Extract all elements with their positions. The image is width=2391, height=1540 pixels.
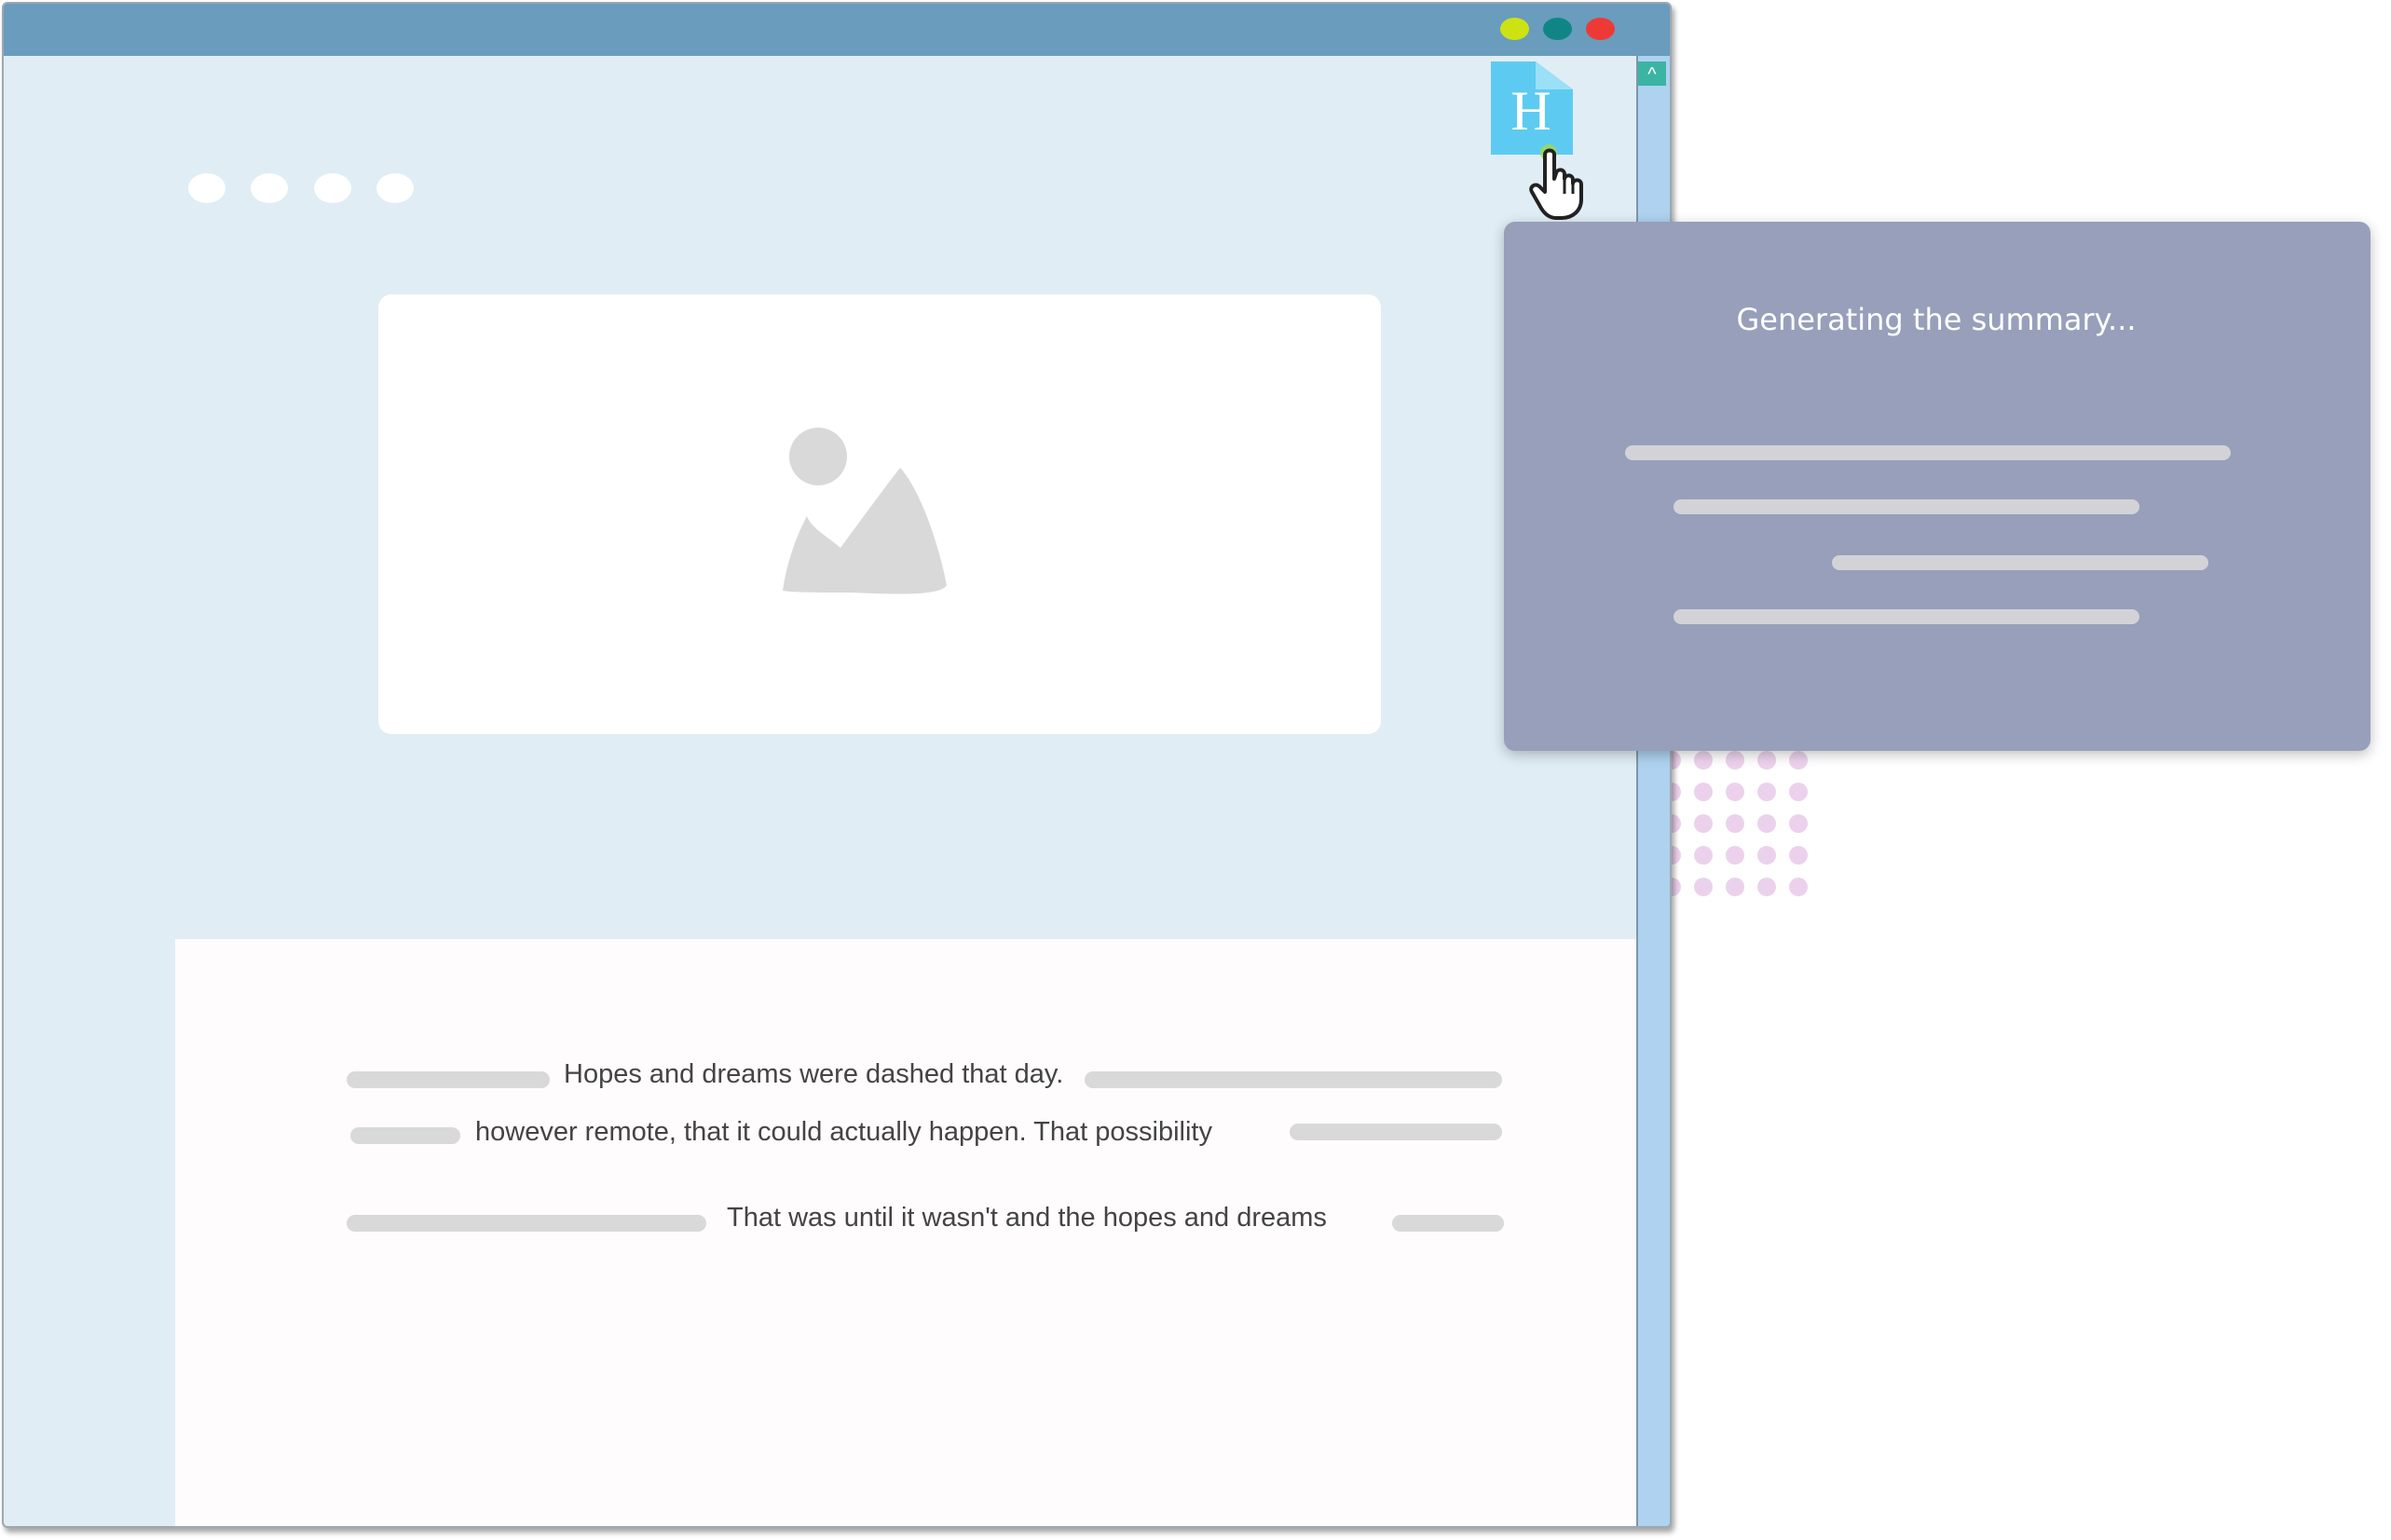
decorative-dot	[1757, 783, 1776, 801]
minimize-button[interactable]	[1500, 18, 1529, 40]
decorative-dot	[1694, 846, 1713, 865]
text-placeholder-bar	[1290, 1124, 1502, 1140]
decorative-dot	[1694, 878, 1713, 896]
nav-placeholder-4[interactable]	[376, 173, 414, 203]
text-placeholder-bar	[1392, 1215, 1504, 1232]
text-placeholder-bar	[1085, 1071, 1502, 1088]
nav-placeholder-2[interactable]	[251, 173, 288, 203]
decorative-dot	[1789, 814, 1808, 833]
decorative-dot	[1757, 814, 1776, 833]
text-placeholder-bar	[350, 1127, 460, 1144]
scroll-up-button[interactable]: ^	[1638, 61, 1666, 86]
text-placeholder-bar	[347, 1215, 706, 1232]
article-line-3: That was until it wasn't and the hopes a…	[727, 1203, 1327, 1233]
decorative-dot	[1789, 878, 1808, 896]
nav-placeholder-1[interactable]	[188, 173, 225, 203]
window-titlebar	[4, 4, 1670, 56]
decorative-dot-grid	[1662, 751, 1821, 909]
decorative-dot	[1726, 814, 1744, 833]
decorative-dot	[1694, 751, 1713, 770]
extension-letter: H	[1510, 80, 1551, 142]
article-content: Hopes and dreams were dashed that day. h…	[175, 939, 1636, 1526]
text-placeholder-bar	[347, 1071, 550, 1088]
hand-pointer-icon	[1529, 144, 1583, 220]
article-line-2: however remote, that it could actually h…	[475, 1117, 1212, 1147]
decorative-dot	[1757, 751, 1776, 770]
summary-status-text: Generating the summary...	[1736, 302, 2137, 337]
summary-line-placeholder	[1674, 499, 2139, 514]
image-placeholder-icon	[783, 428, 947, 594]
summary-line-placeholder	[1674, 609, 2139, 624]
decorative-dot	[1694, 814, 1713, 833]
maximize-button[interactable]	[1543, 18, 1572, 40]
decorative-dot	[1726, 751, 1744, 770]
summary-line-placeholder	[1625, 445, 2231, 460]
browser-window: ^ Hopes and dreams were dashed that day.…	[2, 2, 1672, 1528]
hero-image-card	[378, 294, 1381, 734]
close-button[interactable]	[1586, 18, 1615, 40]
decorative-dot	[1726, 878, 1744, 896]
nav-placeholder-3[interactable]	[314, 173, 351, 203]
decorative-dot	[1726, 846, 1744, 865]
decorative-dot	[1694, 783, 1713, 801]
article-line-1: Hopes and dreams were dashed that day.	[564, 1059, 1064, 1089]
summary-line-placeholder	[1832, 555, 2208, 570]
decorative-dot	[1789, 846, 1808, 865]
summary-popup: Generating the summary...	[1504, 222, 2371, 751]
decorative-dot	[1789, 751, 1808, 770]
decorative-dot	[1757, 878, 1776, 896]
decorative-dot	[1757, 846, 1776, 865]
decorative-dot	[1726, 783, 1744, 801]
decorative-dot	[1789, 783, 1808, 801]
